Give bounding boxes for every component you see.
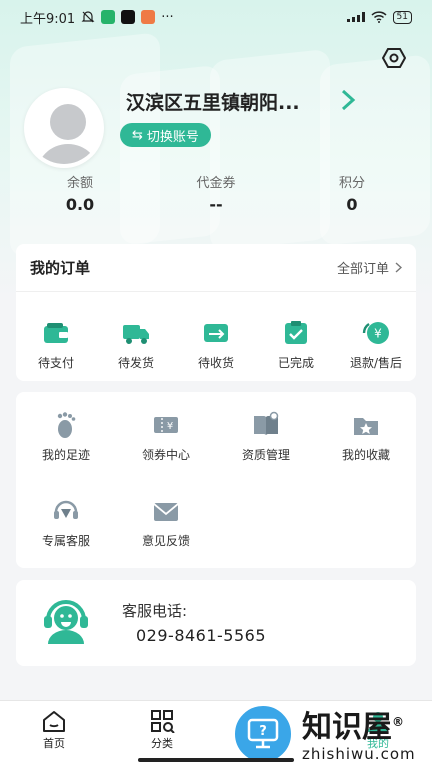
support-phone-number[interactable]: 029-8461-5565 <box>136 626 266 645</box>
home-indicator <box>138 758 294 762</box>
chevron-right-icon <box>395 262 402 273</box>
stat-balance[interactable]: 余额 0.0 <box>30 172 130 214</box>
chevron-right-icon[interactable] <box>338 88 358 112</box>
order-status-pending-receipt[interactable]: 待收货 <box>176 318 256 371</box>
svg-text:¥: ¥ <box>374 327 382 341</box>
support-phone-card[interactable]: 客服电话: 029-8461-5565 <box>16 580 416 666</box>
battery-indicator: 51 <box>392 10 412 24</box>
status-bar: 上午9:01 ··· 51 <box>0 0 432 34</box>
service-label: 我的足迹 <box>41 448 90 462</box>
done-icon <box>285 321 307 344</box>
stat-value: -- <box>209 195 223 214</box>
refund-icon: ¥ <box>362 322 389 344</box>
order-status-completed[interactable]: 已完成 <box>256 318 336 371</box>
order-status-label: 待支付 <box>37 356 74 370</box>
stat-points[interactable]: 积分 0 <box>302 172 402 214</box>
order-status-label: 退款/售后 <box>349 356 403 370</box>
stat-value: 0.0 <box>65 195 95 214</box>
app-icon-green <box>101 10 116 24</box>
receive-icon <box>204 324 228 342</box>
truck-icon <box>123 325 149 344</box>
services-row-2: 专属客服 意见反馈 <box>16 496 416 549</box>
support-agent-icon <box>44 600 88 644</box>
coupon-icon: ¥ <box>154 417 178 433</box>
stat-label: 余额 <box>66 176 93 191</box>
svg-text:¥: ¥ <box>167 421 173 432</box>
services-card: 我的足迹 ¥ 领券中心 资质管理 我的收藏 专属客服 意见反馈 <box>16 392 416 568</box>
signal-icon <box>346 12 365 22</box>
watermark-text: 知识屋® zhishiwu.com <box>302 705 416 764</box>
mute-icon <box>81 11 95 23</box>
stat-value: 0 <box>346 195 358 214</box>
watermark-domain: zhishiwu.com <box>302 745 416 763</box>
service-footprints[interactable]: 我的足迹 <box>16 410 116 463</box>
orders-title: 我的订单 <box>30 259 91 277</box>
service-label: 我的收藏 <box>341 448 390 462</box>
svg-text:?: ? <box>259 724 267 739</box>
service-coupon-center[interactable]: ¥ 领券中心 <box>116 410 216 463</box>
support-phone-label: 客服电话: <box>122 602 188 620</box>
orders-status-row: 待支付 待发货 待收货 已完成 ¥ 退款/售后 <box>16 318 416 371</box>
service-favorites[interactable]: 我的收藏 <box>316 410 416 463</box>
orders-header: 我的订单 全部订单 <box>16 244 416 292</box>
mail-icon <box>153 503 179 521</box>
order-status-pending-payment[interactable]: 待支付 <box>16 318 96 371</box>
all-orders-link[interactable]: 全部订单 <box>337 258 402 277</box>
service-label: 意见反馈 <box>141 534 190 548</box>
account-stats: 余额 0.0 代金券 -- 积分 0 <box>0 172 432 222</box>
watermark-logo-icon: ? <box>232 703 294 765</box>
order-status-refund[interactable]: ¥ 退款/售后 <box>336 318 416 371</box>
service-feedback[interactable]: 意见反馈 <box>116 496 216 549</box>
book-icon <box>254 411 279 435</box>
service-qualification[interactable]: 资质管理 <box>216 410 316 463</box>
more-notifications-icon: ··· <box>161 9 174 25</box>
tab-label: 首页 <box>43 737 65 750</box>
stat-label: 代金券 <box>196 176 236 191</box>
switch-account-label: 切换账号 <box>146 129 199 145</box>
tab-home[interactable]: 首页 <box>0 701 108 768</box>
help-monitor-icon: ? <box>247 718 279 749</box>
swap-icon: ⇆ <box>132 127 143 143</box>
footprint-icon <box>57 412 76 438</box>
stat-vouchers[interactable]: 代金券 -- <box>166 172 266 214</box>
service-dedicated-support[interactable]: 专属客服 <box>16 496 116 549</box>
watermark-brand: 知识屋® <box>302 710 404 745</box>
username[interactable]: 汉滨区五里镇朝阳... <box>126 88 336 114</box>
order-status-pending-shipment[interactable]: 待发货 <box>96 318 176 371</box>
headset-icon <box>54 500 78 519</box>
empty-slot <box>316 496 416 549</box>
settings-icon[interactable] <box>382 46 406 70</box>
avatar-head <box>50 104 86 140</box>
order-status-label: 待收货 <box>197 356 234 370</box>
app-icon-orange <box>141 10 156 24</box>
service-label: 资质管理 <box>241 448 290 462</box>
empty-slot <box>216 496 316 549</box>
service-label: 领券中心 <box>141 448 190 462</box>
tiktok-icon <box>121 10 136 24</box>
category-icon <box>151 710 175 733</box>
order-status-label: 已完成 <box>277 356 314 370</box>
services-row-1: 我的足迹 ¥ 领券中心 资质管理 我的收藏 <box>16 410 416 463</box>
switch-account-button[interactable]: ⇆ 切换账号 <box>120 123 211 147</box>
home-icon <box>43 711 65 732</box>
tab-label: 分类 <box>151 737 173 750</box>
favorite-folder-icon <box>354 418 378 435</box>
orders-card: 我的订单 全部订单 待支付 待发货 待收货 已完成 ¥ 退款/售后 <box>16 244 416 381</box>
order-status-label: 待发货 <box>117 356 154 370</box>
stat-label: 积分 <box>338 176 365 191</box>
status-time: 上午9:01 <box>20 11 76 27</box>
all-orders-label: 全部订单 <box>336 262 389 277</box>
wifi-icon <box>371 11 387 23</box>
wallet-icon <box>44 323 68 343</box>
avatar[interactable] <box>24 88 104 168</box>
service-label: 专属客服 <box>41 534 90 548</box>
